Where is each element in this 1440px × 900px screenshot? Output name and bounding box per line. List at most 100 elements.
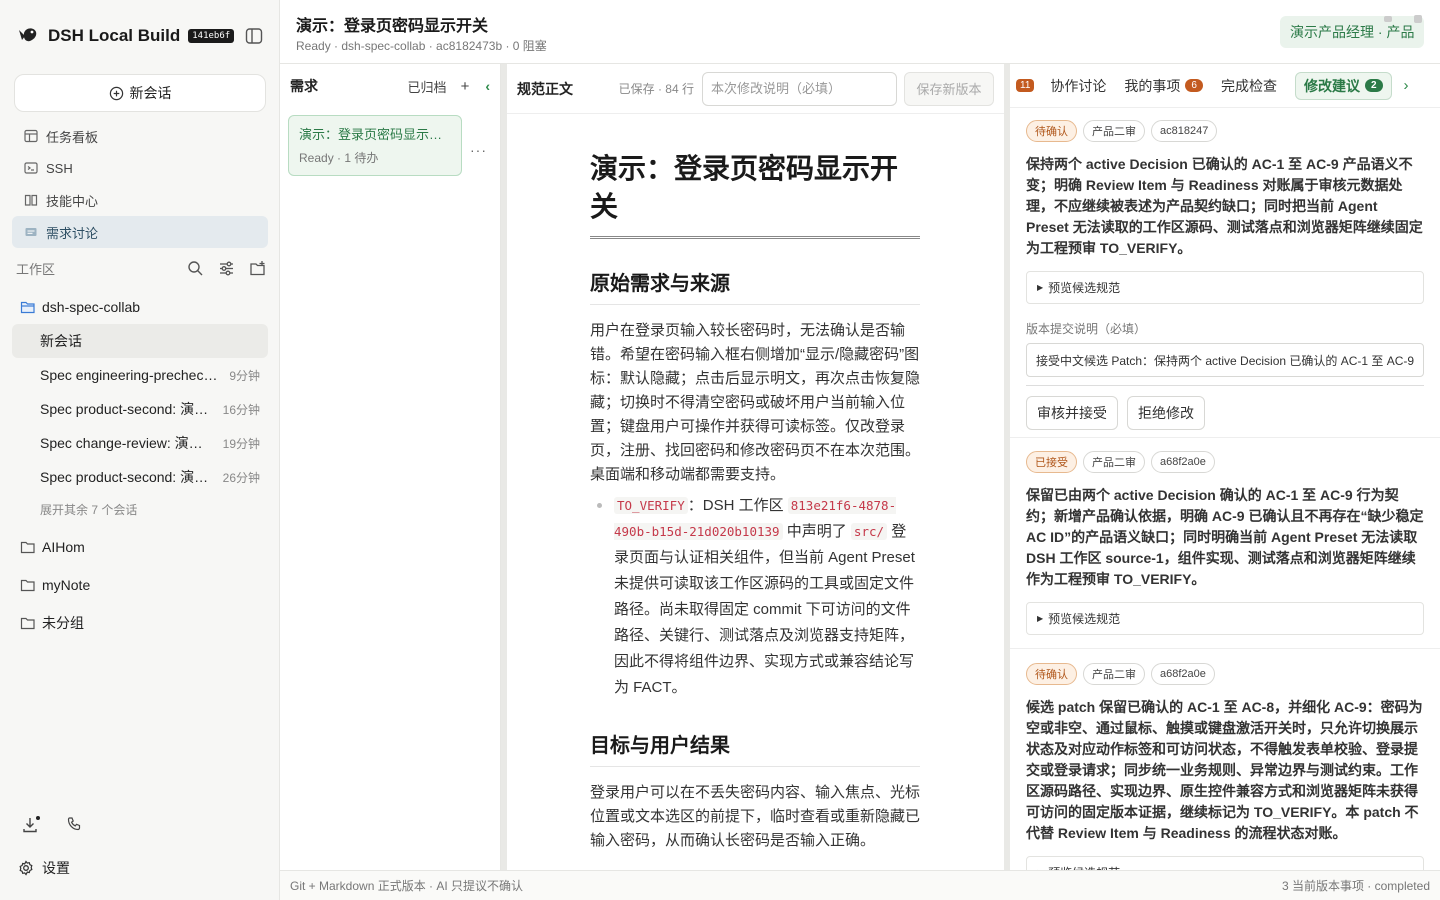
stage-tag: 产品二审 [1083, 663, 1145, 685]
review-tabs: 11 协作讨论 我的事项 6 完成检查 修改建议 2 › [1010, 64, 1440, 108]
suggestion-card: 已接受 产品二审 a68f2a0e 保留已由两个 active Decision… [1010, 451, 1440, 649]
bullet-list: TO_VERIFY ：DSH 工作区 813e21f6-4878-490b-b15… [590, 493, 920, 701]
session-item[interactable]: Spec engineering-precheck… 9分钟 [12, 358, 268, 392]
session-item[interactable]: 新会话 [12, 324, 268, 358]
tabs-next-button[interactable]: › [1404, 77, 1409, 94]
requirements-panel: 需求 已归档 + ‹ 演示：登录页密码显示开关 Ready · 1 待办 ··· [280, 64, 501, 870]
requirements-title: 需求 [290, 78, 318, 94]
workspace-actions [187, 260, 266, 277]
project-name: dsh-spec-collab [42, 299, 141, 315]
expand-more-sessions-link[interactable]: 展开其余 7 个会话 [12, 494, 268, 524]
new-folder-icon[interactable] [249, 260, 266, 277]
folder-icon [20, 579, 35, 592]
sidebar-item-label: SSH [46, 160, 73, 176]
reject-button[interactable]: 拒绝修改 [1127, 396, 1205, 430]
session-title: 新会话 [40, 333, 82, 349]
section-heading-goal: 目标与用户结果 [590, 731, 920, 767]
search-icon[interactable] [187, 260, 204, 277]
save-version-button[interactable]: 保存新版本 [904, 71, 994, 106]
preview-toggle[interactable]: 预览候选规范 [1026, 856, 1424, 870]
app-logo-icon [19, 28, 37, 42]
workspace-tree: dsh-spec-collab 新会话 Spec engineering-pre… [12, 290, 268, 640]
sidebar-nav: 任务看板 SSH 技能中心 需求讨论 [12, 120, 268, 248]
card-tags: 已接受 产品二审 a68f2a0e [1026, 451, 1424, 473]
requirement-title: 演示：登录页密码显示开关 [299, 127, 451, 142]
workspace-label: 工作区 [16, 261, 56, 277]
phone-icon[interactable] [66, 816, 82, 832]
session-item[interactable]: Spec product-second: 演示… 26分钟 [12, 460, 268, 494]
review-panel: 11 协作讨论 我的事项 6 完成检查 修改建议 2 › 待确认 产品二审 ac81… [1010, 64, 1440, 870]
page-subtitle: Ready · dsh-spec-collab · ac8182473b · 0… [296, 39, 547, 53]
folder-open-icon [20, 301, 35, 314]
new-chat-label: 新会话 [129, 85, 172, 101]
filter-icon[interactable] [218, 260, 235, 277]
commit-note-label: 版本提交说明（必填） [1026, 322, 1147, 336]
project-mynote[interactable]: myNote [12, 568, 268, 602]
bullet-item: TO_VERIFY ：DSH 工作区 813e21f6-4878-490b-b15… [597, 493, 920, 701]
commit-note-input[interactable]: 接受中文候选 Patch：保持两个 active Decision 已确认的 A… [1026, 343, 1424, 377]
project-name: myNote [42, 577, 91, 593]
board-icon [24, 129, 38, 143]
sidebar-item-label: 任务看板 [46, 129, 99, 145]
collapse-panel-button[interactable]: ‹ [485, 78, 490, 94]
sidebar-item-skills[interactable]: 技能中心 [12, 184, 268, 216]
page-title: 演示：登录页密码显示开关 [296, 18, 489, 35]
window-controls-icon[interactable] [1384, 14, 1422, 24]
brand: DSH Local Build 141eb6f [16, 24, 235, 48]
suggestion-description: 候选 patch 保留已确认的 AC-1 至 AC-8，并细化 AC-9：密码为… [1026, 699, 1423, 841]
section-paragraph: 用户在登录页输入较长密码时，无法确认是否输错。希望在密码输入框右侧增加“显示/隐… [590, 322, 921, 483]
card-actions: 审核并接受 拒绝修改 [1026, 396, 1424, 430]
preview-toggle[interactable]: 预览候选规范 [1026, 271, 1424, 304]
requirement-card[interactable]: 演示：登录页密码显示开关 Ready · 1 待办 [288, 115, 462, 176]
build-badge: 141eb6f [188, 29, 235, 43]
tab-badge: 6 [1185, 79, 1203, 92]
new-chat-button[interactable]: 新会话 [14, 74, 266, 112]
requirement-menu-button[interactable]: ··· [470, 142, 487, 158]
folder-icon [20, 541, 35, 554]
sidebar-item-ssh[interactable]: SSH [12, 152, 268, 184]
sidebar: DSH Local Build 141eb6f 新会话 任务看板 SSH 技能中… [0, 0, 280, 900]
project-ungrouped[interactable]: 未分组 [12, 606, 268, 640]
notification-count-badge: 11 [1016, 79, 1035, 92]
add-requirement-button[interactable]: + [461, 78, 470, 95]
session-time: 26分钟 [222, 470, 260, 485]
stage-tag: 产品二审 [1083, 451, 1145, 473]
terminal-icon [24, 162, 38, 174]
tab-label: 我的事项 [1124, 77, 1181, 94]
change-note-input[interactable] [702, 71, 897, 106]
bullet-text: 登录页面与认证相关组件，但当前 Agent Preset 未提供可读取该工作区源… [614, 523, 915, 696]
session-item[interactable]: Spec change-review: 演示… 19分钟 [12, 426, 268, 460]
download-icon[interactable] [22, 816, 40, 834]
tab-collaboration[interactable]: 协作讨论 [1050, 76, 1106, 96]
preview-toggle[interactable]: 预览候选规范 [1026, 602, 1424, 635]
session-title: Spec change-review: 演示… [40, 435, 215, 451]
workspace-header: 工作区 [16, 256, 266, 280]
commit-tag: a68f2a0e [1151, 663, 1215, 685]
book-icon [24, 194, 38, 206]
doc-title: 演示：登录页密码显示开关 [590, 150, 920, 239]
gear-icon [19, 860, 33, 876]
tab-my-items[interactable]: 我的事项 6 [1124, 76, 1203, 96]
sidebar-toggle-icon[interactable] [245, 27, 263, 45]
project-dsh-spec-collab[interactable]: dsh-spec-collab [12, 290, 268, 324]
sidebar-item-task-board[interactable]: 任务看板 [12, 120, 268, 152]
sidebar-item-requirements[interactable]: 需求讨论 [12, 216, 268, 248]
bullet-text: ：DSH 工作区 [687, 497, 788, 514]
session-time: 19分钟 [222, 436, 260, 451]
spec-label: 规范正文 [517, 80, 573, 97]
saved-status: 已保存 · 84 行 [618, 82, 694, 96]
project-aihom[interactable]: AIHom [12, 530, 268, 564]
discussion-icon [25, 228, 37, 236]
requirement-status: Ready · 1 待办 [299, 151, 379, 165]
commit-tag: a68f2a0e [1151, 451, 1215, 473]
tab-completion-check[interactable]: 完成检查 [1221, 76, 1277, 96]
tab-change-suggestions[interactable]: 修改建议 2 [1294, 71, 1392, 100]
session-item[interactable]: Spec product-second: 演示… 16分钟 [12, 392, 268, 426]
tab-label: 完成检查 [1220, 77, 1277, 94]
sidebar-item-label: 技能中心 [46, 193, 99, 209]
session-title: Spec product-second: 演示… [40, 401, 215, 417]
archived-toggle[interactable]: 已归档 [408, 77, 447, 96]
settings-button[interactable]: 设置 [18, 858, 70, 878]
folder-icon [20, 617, 35, 630]
accept-button[interactable]: 审核并接受 [1026, 396, 1118, 430]
